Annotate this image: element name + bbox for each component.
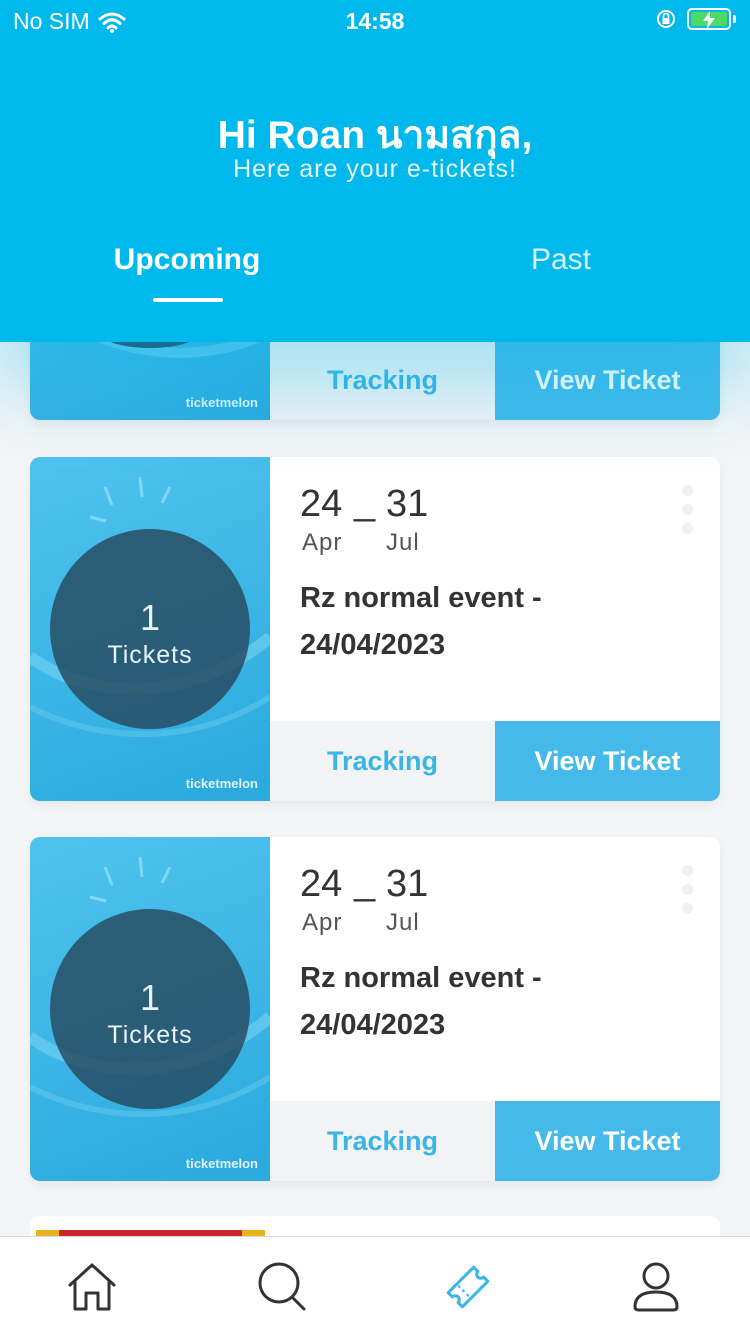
date-separator: _	[354, 481, 376, 523]
start-month: Apr	[302, 529, 343, 556]
tracking-button[interactable]: Tracking	[270, 721, 495, 801]
start-day: 24	[300, 483, 343, 525]
ticket-card[interactable]: 1 Tickets ticketmelon 24 Apr _ 31 Jul Rz…	[30, 457, 720, 801]
card-actions: Tracking View Ticket	[270, 1101, 720, 1181]
end-day: 31	[386, 483, 429, 525]
ticket-count-badge: 1 Tickets	[50, 909, 250, 1109]
end-day: 31	[386, 863, 429, 905]
tracking-button[interactable]: Tracking	[270, 1101, 495, 1181]
nav-search[interactable]	[252, 1257, 312, 1317]
tab-past[interactable]: Past	[411, 243, 711, 277]
tab-upcoming[interactable]: Upcoming	[37, 243, 337, 277]
ticketmelon-logo: ticketmelon	[185, 395, 258, 410]
tracking-button[interactable]: Tracking	[270, 340, 495, 420]
ticket-count: 1	[139, 597, 161, 638]
home-icon	[68, 1263, 116, 1311]
ticketmelon-logo: ticketmelon	[185, 776, 258, 791]
start-day: 24	[300, 863, 343, 905]
card-actions: Tracking View Ticket	[270, 721, 720, 801]
nav-tickets[interactable]	[438, 1257, 498, 1317]
ticketmelon-logo: ticketmelon	[185, 1156, 258, 1171]
rotation-lock-icon	[657, 10, 675, 28]
profile-icon	[633, 1262, 679, 1312]
search-icon	[258, 1262, 306, 1311]
status-bar: No SIM 14:58	[0, 0, 750, 40]
nav-home[interactable]	[62, 1257, 122, 1317]
ticket-count: 1	[139, 977, 161, 1018]
event-thumbnail: 1 Tickets ticketmelon	[30, 837, 270, 1181]
nav-profile[interactable]	[626, 1257, 686, 1317]
event-thumbnail: 1 Tickets ticketmelon	[30, 457, 270, 801]
end-month: Jul	[386, 909, 420, 936]
ticket-count-badge: 1 Tickets	[50, 529, 250, 729]
view-ticket-button[interactable]: View Ticket	[495, 1101, 720, 1181]
ticket-unit: Tickets	[107, 1021, 193, 1049]
view-ticket-button[interactable]: View Ticket	[495, 340, 720, 420]
end-month: Jul	[386, 529, 420, 556]
ticket-icon	[446, 1265, 490, 1309]
ticket-card[interactable]: 1 Tickets ticketmelon 24 Apr _ 31 Jul Rz…	[30, 837, 720, 1181]
clock: 14:58	[345, 8, 405, 34]
status-indicators	[655, 8, 736, 30]
more-options-icon[interactable]	[682, 485, 694, 542]
event-title: Rz normal event - 24/04/2023	[300, 582, 542, 661]
date-separator: _	[354, 861, 376, 903]
card-actions: Tracking View Ticket	[270, 340, 720, 420]
event-title: Rz normal event - 24/04/2023	[300, 962, 542, 1041]
view-ticket-button[interactable]: View Ticket	[495, 721, 720, 801]
header: No SIM 14:58 Hi Roan นามสกุล, Here are y…	[0, 0, 750, 342]
ticket-unit: Tickets	[107, 641, 193, 669]
battery-charging-icon	[687, 8, 731, 30]
active-tab-indicator	[153, 298, 223, 302]
subtitle: Here are your e-tickets!	[233, 155, 517, 183]
bottom-nav	[0, 1236, 750, 1334]
more-options-icon[interactable]	[682, 865, 694, 922]
start-month: Apr	[302, 909, 343, 936]
